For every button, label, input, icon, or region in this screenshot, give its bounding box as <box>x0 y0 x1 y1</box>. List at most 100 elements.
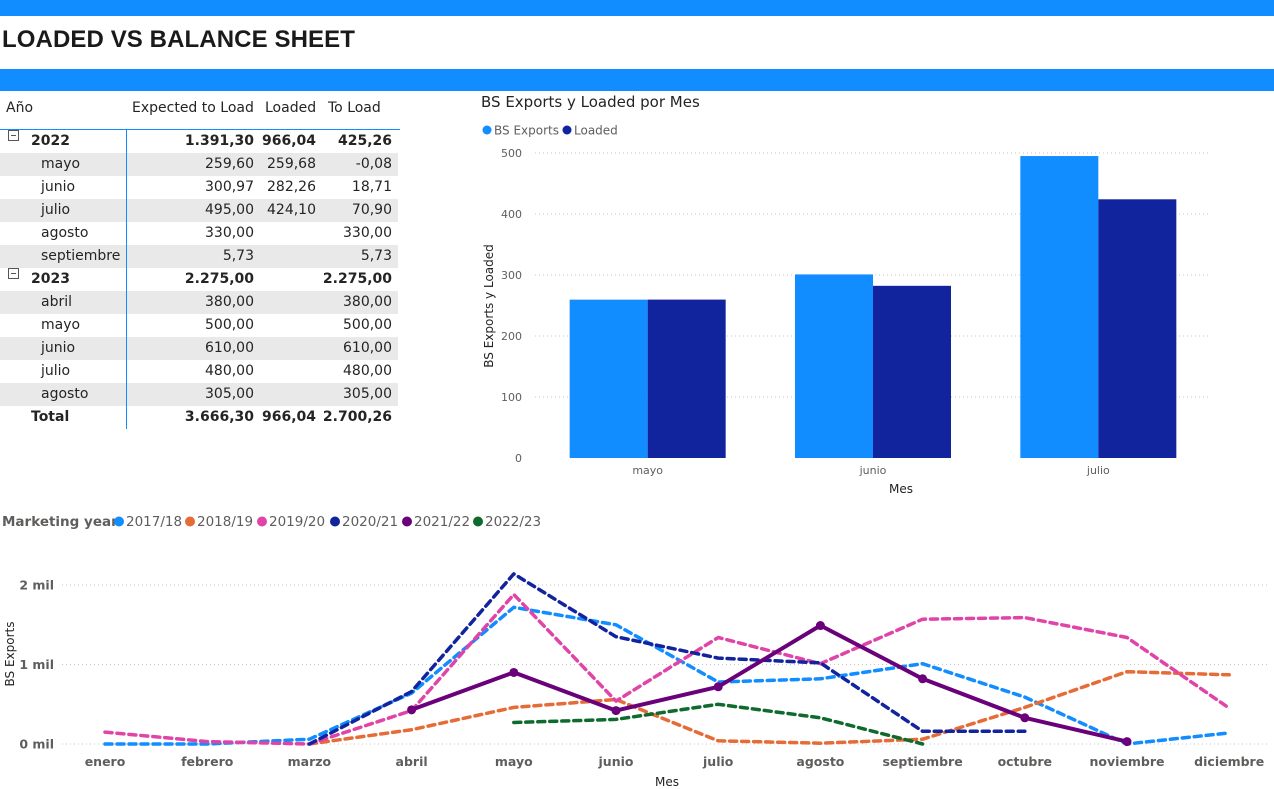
x-tick-label: junio <box>598 754 634 769</box>
line-chart-x-title: Mes <box>655 775 679 789</box>
table-row[interactable]: julio 495,00 424,10 70,90 <box>0 199 398 222</box>
table-row[interactable]: agosto 330,00 330,00 <box>0 222 398 245</box>
cell-expected: 380,00 <box>205 294 254 310</box>
table-row[interactable]: agosto 305,00 305,00 <box>0 383 398 406</box>
bar <box>873 285 951 458</box>
column-header-loaded[interactable]: Loaded <box>265 100 316 116</box>
data-point <box>815 621 825 631</box>
cell-loaded: 259,68 <box>267 156 316 172</box>
collapse-icon[interactable] <box>8 268 19 279</box>
cell-to-load: 380,00 <box>343 294 392 310</box>
column-header-year[interactable]: Año <box>6 100 33 116</box>
collapse-icon[interactable] <box>8 130 19 141</box>
matrix-table[interactable]: Año Expected to Load Loaded To Load 2022… <box>0 96 400 429</box>
data-point <box>407 705 417 715</box>
x-tick-label: julio <box>1086 464 1110 477</box>
table-row[interactable]: abril 380,00 380,00 <box>0 291 398 314</box>
cell-to-load: 18,71 <box>351 179 392 195</box>
bar-chart-y-axis: 0 100 200 300 400 500 <box>501 147 522 465</box>
table-row[interactable]: mayo 259,60 259,68 -0,08 <box>0 153 398 176</box>
row-label: julio <box>41 202 71 218</box>
bar <box>795 274 873 458</box>
cell-to-load: -0,08 <box>355 156 392 172</box>
x-tick-label: noviembre <box>1089 754 1164 769</box>
x-tick-label: enero <box>85 754 126 769</box>
matrix-group-row[interactable]: 2022 1.391,30 966,04 425,26 <box>0 130 398 153</box>
legend-label: 2017/18 <box>126 514 182 530</box>
bar <box>647 299 726 458</box>
x-tick-label: julio <box>702 754 734 769</box>
x-tick-label: mayo <box>632 464 663 477</box>
row-label: 2023 <box>31 271 70 287</box>
cell-expected: 300,97 <box>205 179 254 195</box>
row-label: 2022 <box>31 133 70 149</box>
legend-title: Marketing year <box>2 514 118 530</box>
x-tick-label: marzo <box>288 754 332 769</box>
legend-label: 2022/23 <box>485 514 541 530</box>
data-point <box>918 674 928 684</box>
cell-expected: 2.275,00 <box>184 271 254 287</box>
matrix-group-row[interactable]: 2023 2.275,00 2.275,00 <box>0 268 398 291</box>
bar-chart-title: BS Exports y Loaded por Mes <box>481 93 700 111</box>
bar-chart-y-title: BS Exports y Loaded <box>482 244 496 368</box>
row-label: junio <box>41 340 76 356</box>
cell-expected: 480,00 <box>205 363 254 379</box>
cell-to-load: 2.700,26 <box>322 409 392 425</box>
legend-marker <box>257 516 267 527</box>
matrix-column-divider <box>126 130 127 429</box>
row-label: septiembre <box>41 248 121 264</box>
legend-marker <box>330 516 340 527</box>
cell-loaded: 966,04 <box>261 409 316 425</box>
y-tick-label: 500 <box>501 147 522 160</box>
cell-expected: 610,00 <box>205 340 254 356</box>
line-chart-series <box>103 572 1231 747</box>
legend-marker <box>114 516 124 527</box>
table-row[interactable]: septiembre 5,73 5,73 <box>0 245 398 268</box>
y-tick-label: 400 <box>501 208 522 221</box>
cell-to-load: 70,90 <box>351 202 392 218</box>
bar-chart-legend[interactable]: BS Exports Loaded <box>482 124 618 138</box>
y-tick-label: 0 mil <box>19 737 54 752</box>
cell-expected: 495,00 <box>205 202 254 218</box>
cell-to-load: 425,26 <box>337 133 392 149</box>
table-row[interactable]: junio 300,97 282,26 18,71 <box>0 176 398 199</box>
table-row[interactable]: julio 480,00 480,00 <box>0 360 398 383</box>
bar-chart-bars <box>569 156 1177 459</box>
x-tick-label: mayo <box>495 754 533 769</box>
legend-label: 2020/21 <box>342 514 398 530</box>
bar-chart[interactable]: BS Exports y Loaded por Mes BS Exports Lo… <box>478 88 1218 500</box>
legend-marker <box>402 516 412 527</box>
bar <box>1098 199 1177 458</box>
line-chart-legend[interactable]: Marketing year 2017/18 2018/19 2019/20 2020/… <box>2 514 541 530</box>
line-chart[interactable]: Marketing year 2017/18 2018/19 2019/20 2020/… <box>0 505 1274 789</box>
bar <box>1020 156 1099 459</box>
legend-label: 2018/19 <box>197 514 253 530</box>
row-label: mayo <box>41 317 81 333</box>
legend-marker <box>562 125 572 135</box>
column-header-to-load[interactable]: To Load <box>328 100 381 116</box>
cell-expected: 500,00 <box>205 317 254 333</box>
line-chart-y-title: BS Exports <box>3 622 17 687</box>
cell-loaded: 424,10 <box>267 202 316 218</box>
series-line <box>103 605 1231 746</box>
legend-marker <box>482 125 492 135</box>
table-row[interactable]: mayo 500,00 500,00 <box>0 314 398 337</box>
legend-marker <box>473 516 483 527</box>
matrix-total-row[interactable]: Total 3.666,30 966,04 2.700,26 <box>0 406 398 429</box>
legend-marker <box>185 516 195 527</box>
x-tick-label: octubre <box>998 754 1052 769</box>
series-line <box>409 623 1129 744</box>
cell-expected: 330,00 <box>205 225 254 241</box>
x-tick-label: junio <box>859 464 887 477</box>
x-tick-label: agosto <box>796 754 844 769</box>
matrix-body: 2022 1.391,30 966,04 425,26 mayo 259,60 259,68… <box>0 130 400 429</box>
y-tick-label: 200 <box>501 330 522 343</box>
row-label: junio <box>41 179 76 195</box>
cell-expected: 5,73 <box>222 248 254 264</box>
cell-loaded: 966,04 <box>261 133 316 149</box>
row-label: agosto <box>41 386 89 402</box>
cell-expected: 259,60 <box>205 156 254 172</box>
column-header-expected[interactable]: Expected to Load <box>132 100 254 116</box>
data-point <box>509 667 519 677</box>
table-row[interactable]: junio 610,00 610,00 <box>0 337 398 360</box>
